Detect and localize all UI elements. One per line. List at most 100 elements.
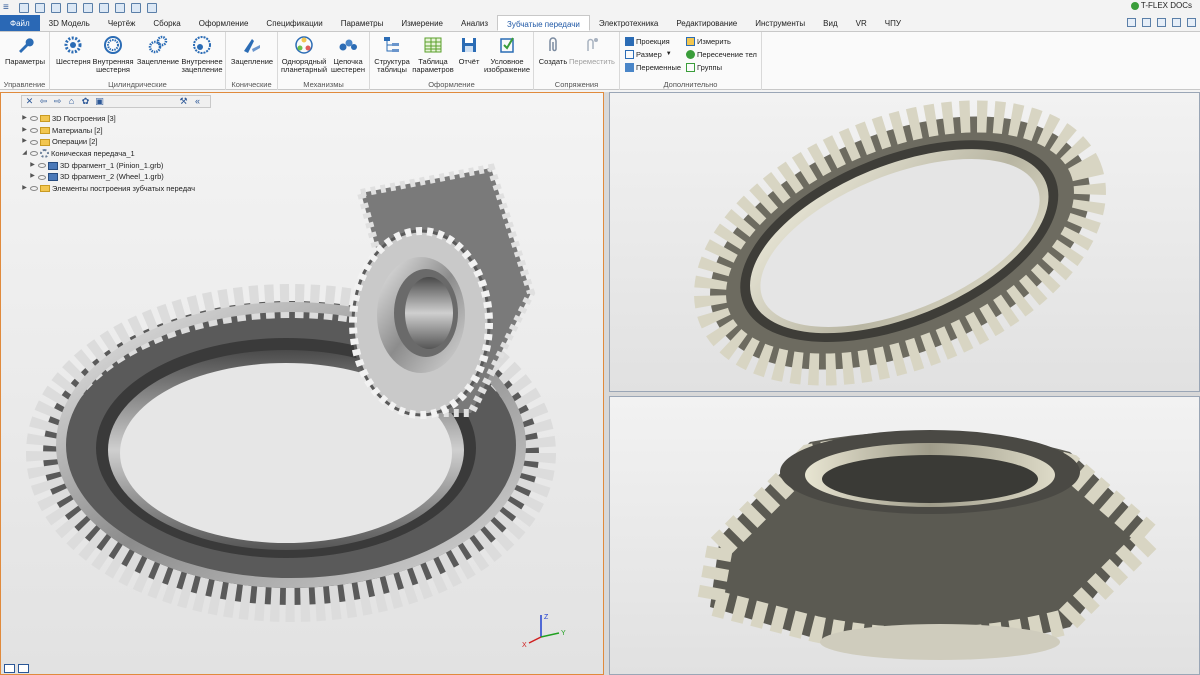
folder-icon <box>40 185 50 193</box>
table-structure-button[interactable]: Структура таблицы <box>373 35 411 74</box>
wheel-gear-model[interactable] <box>610 93 1199 391</box>
search-icon[interactable] <box>1127 18 1136 27</box>
tab-measure[interactable]: Измерение <box>392 15 452 31</box>
visibility-icon[interactable] <box>30 116 38 122</box>
tab-cnc[interactable]: ЧПУ <box>876 15 910 31</box>
filter-icon[interactable]: ▣ <box>95 97 104 106</box>
tab-analysis[interactable]: Анализ <box>452 15 497 31</box>
expand-icon[interactable]: ▶ <box>21 125 28 137</box>
conditional-image-button[interactable]: Условное изображение <box>482 35 532 74</box>
tree-item-fragment-pinion[interactable]: ▶ 3D фрагмент_1 (Pinion_1.grb) <box>21 160 211 172</box>
close-icon[interactable]: ✕ <box>25 97 34 106</box>
new-document-icon[interactable] <box>19 2 29 13</box>
split-view-icon[interactable] <box>18 664 29 673</box>
tree-item-bevel-gear[interactable]: ◢ Коническая передача_1 <box>21 148 211 160</box>
planetary-button[interactable]: Однорядный планетарный <box>281 35 327 74</box>
app-menu-icon[interactable]: ≡ <box>3 2 13 13</box>
viewport-wheel[interactable] <box>609 92 1200 392</box>
tree-item-fragment-wheel[interactable]: ▶ 3D фрагмент_2 (Wheel_1.grb) <box>21 171 211 183</box>
folder-icon <box>40 138 50 146</box>
tree-item-operations[interactable]: ▶ Операции [2] <box>21 136 211 148</box>
visibility-icon[interactable] <box>30 151 38 157</box>
single-view-icon[interactable] <box>4 664 15 673</box>
new-3d-icon[interactable] <box>35 2 45 13</box>
tab-gears[interactable]: Зубчатые передачи <box>497 15 590 31</box>
wrench-icon[interactable]: ⚒ <box>179 97 188 106</box>
back-icon[interactable]: ⇦ <box>39 97 48 106</box>
internal-gear-icon <box>104 36 122 54</box>
tab-electrical[interactable]: Электротехника <box>590 15 667 31</box>
docs-label[interactable]: T-FLEX DOCs <box>1141 1 1192 10</box>
dimension-dropdown-icon[interactable]: ▼ <box>666 49 672 60</box>
visibility-icon[interactable] <box>30 139 38 145</box>
tree-item-gear-elements[interactable]: ▶ Элементы построения зубчатых передач <box>21 183 211 195</box>
expand-icon[interactable]: ▶ <box>21 136 28 148</box>
help-icon[interactable] <box>1142 18 1151 27</box>
save-icon[interactable] <box>67 2 77 13</box>
tab-vr[interactable]: VR <box>847 15 876 31</box>
tab-editing[interactable]: Редактирование <box>667 15 746 31</box>
tab-3d-model[interactable]: 3D Модель <box>40 15 99 31</box>
preview-icon[interactable] <box>131 2 141 13</box>
tree-item-materials[interactable]: ▶ Материалы [2] <box>21 125 211 137</box>
tab-tools[interactable]: Инструменты <box>746 15 814 31</box>
report-button[interactable]: Отчёт <box>456 35 482 66</box>
home-icon[interactable]: ⌂ <box>67 97 76 106</box>
group-label-cylindrical: Цилиндрические <box>108 80 167 89</box>
tab-assembly[interactable]: Сборка <box>144 15 189 31</box>
variables-button[interactable]: Переменные <box>625 62 681 73</box>
internal-mesh-button[interactable]: Внутреннее зацепление <box>180 35 224 74</box>
flag-icon[interactable] <box>1172 18 1181 27</box>
dimension-button[interactable]: Размер ▼ <box>625 49 672 60</box>
fragment-icon <box>48 161 58 170</box>
groups-button[interactable]: Группы <box>686 62 722 73</box>
gear-button[interactable]: Шестерня <box>56 35 91 66</box>
tab-drawing[interactable]: Чертёж <box>99 15 145 31</box>
tab-file[interactable]: Файл <box>0 15 40 31</box>
visibility-icon[interactable] <box>38 174 46 180</box>
create-mate-button[interactable]: Создать <box>538 35 568 66</box>
mesh-button[interactable]: Зацепление <box>136 35 180 66</box>
expand-icon[interactable]: ▶ <box>29 171 36 183</box>
conical-mesh-button[interactable]: Зацепление <box>229 35 275 66</box>
tab-view[interactable]: Вид <box>814 15 846 31</box>
parameters-table-button[interactable]: Таблица параметров <box>412 35 454 74</box>
collapse-panel-icon[interactable]: « <box>193 97 202 106</box>
expand-icon[interactable]: ▶ <box>29 160 36 172</box>
pinion-gear-model[interactable] <box>610 397 1199 674</box>
expand-icon[interactable]: ▶ <box>21 113 28 125</box>
internal-gear-button[interactable]: Внутренняя шестерня <box>92 35 134 74</box>
measure-button[interactable]: Измерить <box>686 36 731 47</box>
group-label-conical: Конические <box>231 80 272 89</box>
tree-item-3d-constructions[interactable]: ▶ 3D Построения [3] <box>21 113 211 125</box>
tab-parameters[interactable]: Параметры <box>332 15 393 31</box>
visibility-icon[interactable] <box>38 163 46 169</box>
projection-button[interactable]: Проекция <box>625 36 670 47</box>
ribbon: Параметры Управление Шестерня Внутренняя… <box>0 32 1200 90</box>
tree-toolbar: ✕ ⇦ ⇨ ⌂ ✿ ▣ ⚒ « <box>21 95 211 108</box>
undo-icon[interactable] <box>99 2 109 13</box>
viewport-main[interactable]: ✕ ⇦ ⇨ ⌂ ✿ ▣ ⚒ « ▶ 3D Построения [3] ▶ Мате… <box>0 92 604 675</box>
settings-icon[interactable] <box>1157 18 1166 27</box>
redo-icon[interactable] <box>115 2 125 13</box>
dimension-icon <box>625 50 634 59</box>
print-icon[interactable] <box>83 2 93 13</box>
gear-icon[interactable]: ✿ <box>81 97 90 106</box>
visibility-icon[interactable] <box>30 128 38 134</box>
tab-annotation[interactable]: Оформление <box>190 15 258 31</box>
window-icon[interactable] <box>1187 18 1196 27</box>
forward-icon[interactable]: ⇨ <box>53 97 62 106</box>
tab-specifications[interactable]: Спецификации <box>257 15 331 31</box>
body-intersection-button[interactable]: Пересечение тел <box>686 49 757 60</box>
customize-icon[interactable] <box>147 2 157 13</box>
collapse-icon[interactable]: ◢ <box>21 148 28 160</box>
viewport-pinion[interactable] <box>609 396 1200 675</box>
move-mate-button[interactable]: Переместить <box>568 35 616 66</box>
projection-icon <box>625 37 634 46</box>
parameters-button[interactable]: Параметры <box>4 35 46 66</box>
open-icon[interactable] <box>51 2 61 13</box>
gear-chain-button[interactable]: Цепочка шестерен <box>328 35 368 74</box>
folder-icon <box>40 127 50 135</box>
expand-icon[interactable]: ▶ <box>21 183 28 195</box>
visibility-icon[interactable] <box>30 186 38 192</box>
